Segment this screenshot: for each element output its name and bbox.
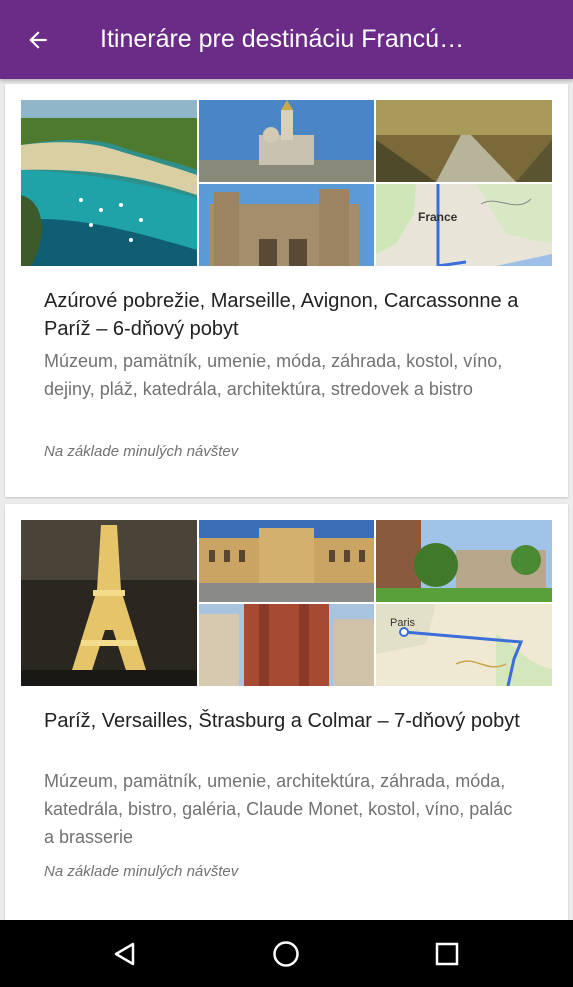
nav-home-icon	[273, 941, 299, 967]
coast-photo	[21, 100, 197, 266]
card-tags: Múzeum, pamätník, umenie, móda, záhrada,…	[44, 351, 503, 399]
itinerary-list[interactable]: France Azúrové pobrežie, Marseille, Avig…	[0, 79, 573, 920]
back-button[interactable]	[18, 20, 58, 60]
itinerary-card[interactable]: France Azúrové pobrežie, Marseille, Avig…	[5, 84, 568, 497]
eiffel-tower-photo	[21, 520, 197, 686]
card-title: Azúrové pobrežie, Marseille, Avignon, Ca…	[44, 290, 519, 340]
map-thumbnail: Paris	[376, 604, 552, 686]
photo-collage: Paris	[21, 520, 552, 686]
app-bar: Itineráre pre destináciu Francú…	[0, 0, 573, 79]
nav-recents-button[interactable]	[427, 934, 467, 974]
nav-back-icon	[114, 942, 135, 966]
card-tags: Múzeum, pamätník, umenie, architektúra, …	[44, 771, 513, 847]
nav-recents-icon	[435, 942, 459, 966]
page-title: Itineráre pre destináciu Francú…	[100, 25, 465, 53]
nav-home-button[interactable]	[266, 934, 306, 974]
nav-back-button[interactable]	[105, 934, 145, 974]
map-label: Paris	[390, 617, 416, 629]
versailles-photo	[199, 520, 374, 602]
cathedral-photo	[199, 604, 374, 686]
photo-collage: France	[21, 100, 552, 266]
church-garden-photo	[376, 520, 552, 602]
basilica-photo	[199, 100, 374, 182]
palace-photo	[199, 184, 374, 266]
map-label: France	[418, 210, 458, 224]
arrow-back-icon	[29, 30, 47, 49]
system-nav-bar	[0, 920, 573, 987]
itinerary-card[interactable]: Paris Paríž, Versailles, Štrasburg a Col…	[5, 504, 568, 920]
card-title: Paríž, Versailles, Štrasburg a Colmar – …	[44, 710, 520, 732]
map-thumbnail: France	[376, 184, 552, 266]
canal-photo	[376, 100, 552, 182]
card-note: Na základe minulých návštev	[44, 863, 239, 880]
card-note: Na základe minulých návštev	[44, 443, 239, 460]
